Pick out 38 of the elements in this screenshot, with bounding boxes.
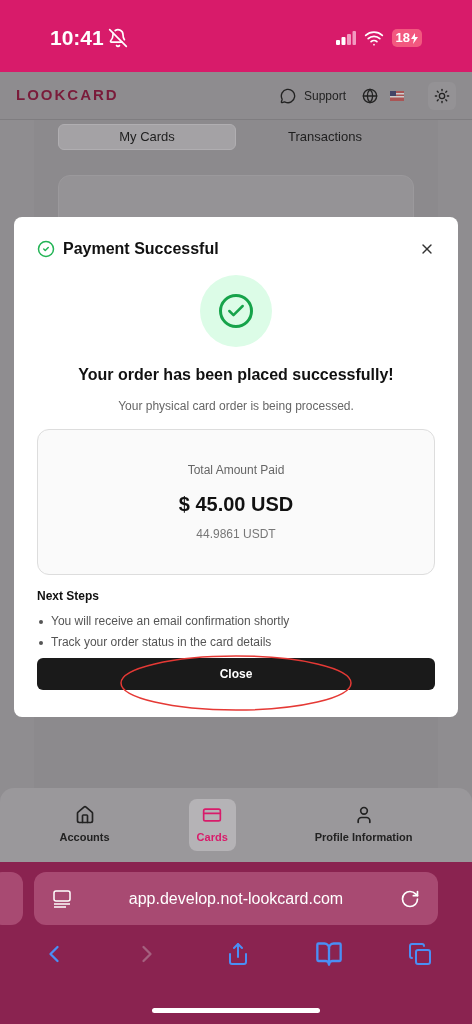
sun-icon — [434, 87, 450, 104]
success-subtitle: Your physical card order is being processed. — [117, 398, 355, 415]
support-link[interactable]: Support — [303, 86, 346, 105]
share-icon[interactable] — [226, 942, 250, 966]
battery-indicator: 18 — [391, 29, 422, 47]
bullet-icon — [39, 641, 43, 645]
nav-tab[interactable]: Accounts — [51, 798, 118, 852]
url-text[interactable]: app.develop.not-lookcard.com — [72, 886, 400, 911]
next-step: Track your order status in the card details — [51, 632, 272, 653]
success-heading: Your order has been placed successfully! — [77, 365, 395, 385]
logo[interactable]: LOOKCARD — [16, 84, 119, 107]
tabs-icon[interactable] — [407, 942, 432, 966]
amount-value: $ 45.00 USD — [178, 492, 294, 517]
chat-bubble-icon[interactable] — [279, 87, 296, 104]
check-circle-icon — [37, 240, 55, 258]
bell-muted-icon — [107, 28, 128, 48]
charging-bolt-icon — [411, 33, 418, 45]
wifi-icon — [363, 28, 384, 48]
signal-icon — [335, 31, 356, 45]
close-button[interactable]: Close — [37, 658, 435, 690]
theme-toggle-button[interactable] — [428, 81, 456, 110]
amount-crypto: 44.9861 USDT — [196, 526, 276, 543]
bullet-icon — [39, 620, 43, 624]
reader-icon[interactable] — [52, 888, 72, 909]
tab[interactable]: Transactions — [236, 124, 414, 150]
address-bar[interactable]: app.develop.not-lookcard.com — [34, 872, 438, 925]
next-step: You will receive an email confirmation shortly — [51, 611, 290, 632]
clock-time: 10:41 — [50, 25, 104, 52]
dialog-title: Payment Successful — [63, 239, 219, 259]
tab[interactable]: My Cards — [58, 124, 236, 150]
reload-icon[interactable] — [400, 888, 420, 909]
amount-label: Total Amount Paid — [187, 462, 285, 479]
flag-icon[interactable] — [390, 90, 404, 101]
next-steps-title: Next Steps — [37, 588, 101, 605]
home-icon — [74, 804, 95, 825]
globe-icon[interactable] — [362, 87, 378, 104]
bookmarks-icon[interactable] — [314, 940, 343, 968]
nav-tab[interactable]: Profile Information — [306, 798, 421, 852]
